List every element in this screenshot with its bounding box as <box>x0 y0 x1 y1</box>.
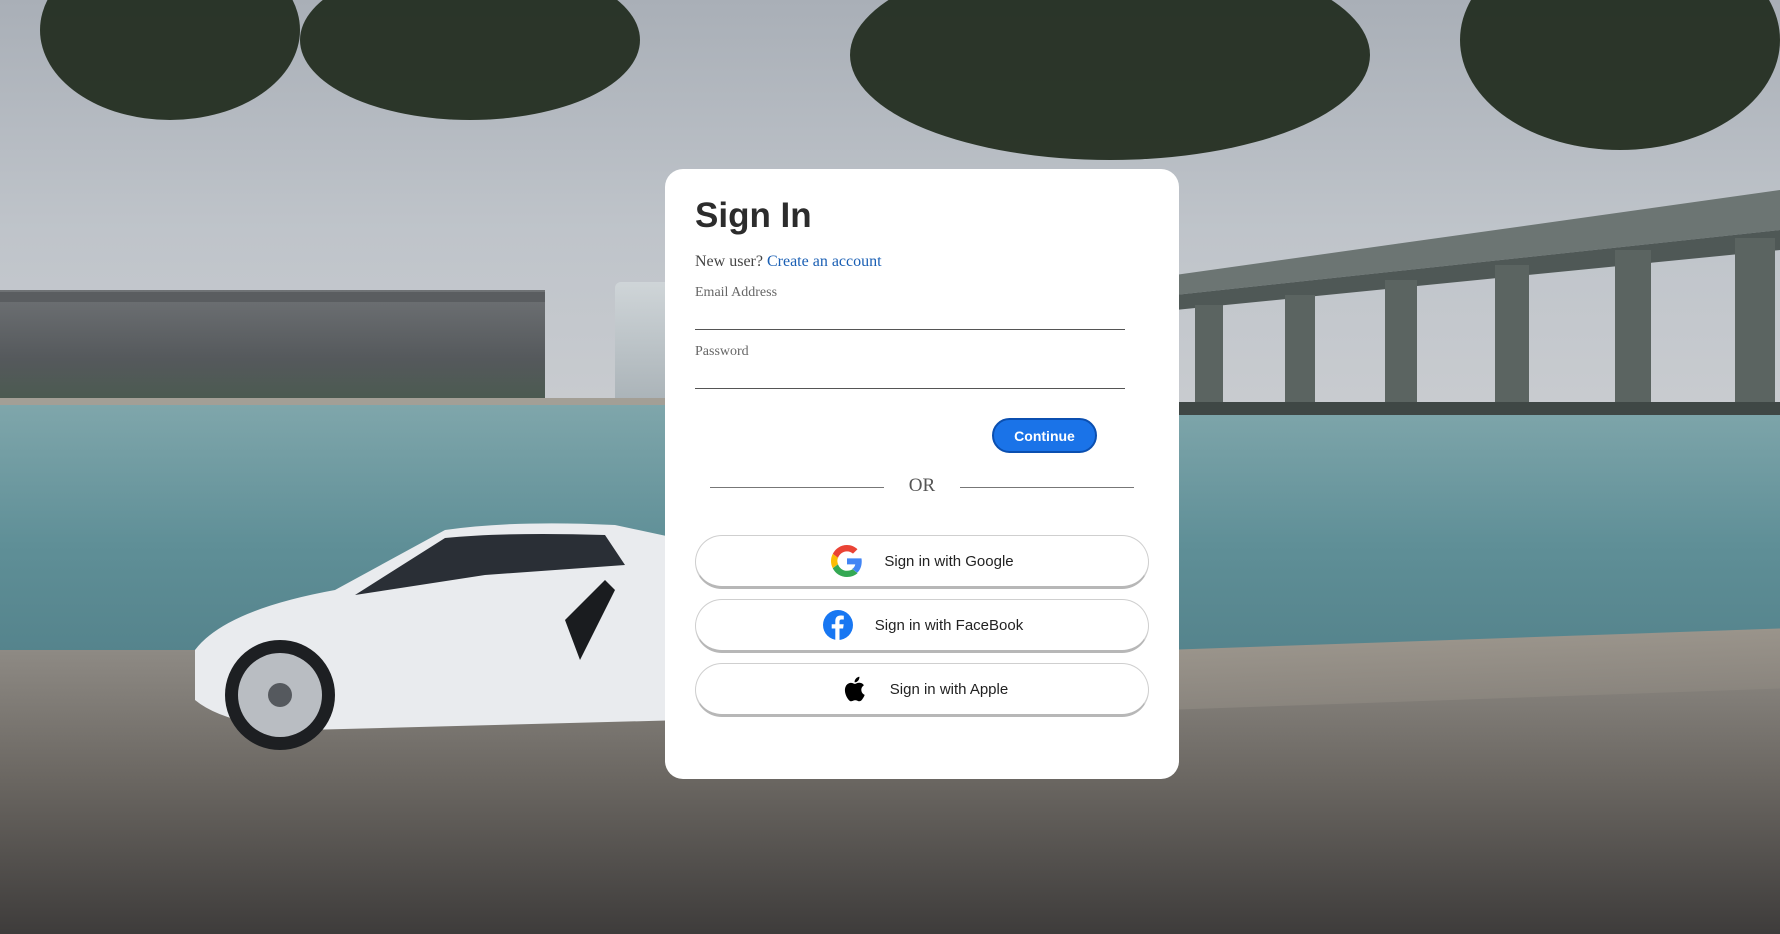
password-field[interactable] <box>695 360 1125 389</box>
email-field[interactable] <box>695 301 1125 330</box>
apple-sign-in-button[interactable]: Sign in with Apple <box>695 663 1149 717</box>
email-label: Email Address <box>695 285 778 300</box>
divider-line-right <box>960 487 1134 488</box>
password-label: Password <box>695 344 749 359</box>
page-title: Sign In <box>695 196 812 235</box>
or-text: OR <box>908 475 936 496</box>
or-divider: OR <box>695 461 1149 511</box>
new-user-text: New user? <box>695 253 763 270</box>
new-user-row: New user? Create an account <box>695 253 1149 271</box>
google-icon <box>830 544 864 578</box>
apple-sign-in-label: Sign in with Apple <box>889 680 1009 698</box>
continue-button[interactable]: Continue <box>992 418 1097 453</box>
sports-car <box>195 523 685 750</box>
building-roof <box>0 292 545 302</box>
facebook-sign-in-label: Sign in with FaceBook <box>874 616 1024 634</box>
google-sign-in-label: Sign in with Google <box>884 552 1014 570</box>
continue-row: Continue <box>695 389 1149 459</box>
sign-in-card: Sign In New user? Create an account Emai… <box>665 169 1179 779</box>
social-sign-in-list: Sign in with Google Sign in with FaceBoo… <box>695 535 1149 717</box>
apple-icon <box>836 672 870 706</box>
create-account-link[interactable]: Create an account <box>767 253 882 270</box>
facebook-icon <box>821 608 855 642</box>
facebook-sign-in-button[interactable]: Sign in with FaceBook <box>695 599 1149 653</box>
background-building <box>0 290 545 405</box>
background-bridge <box>1175 190 1780 415</box>
google-sign-in-button[interactable]: Sign in with Google <box>695 535 1149 589</box>
